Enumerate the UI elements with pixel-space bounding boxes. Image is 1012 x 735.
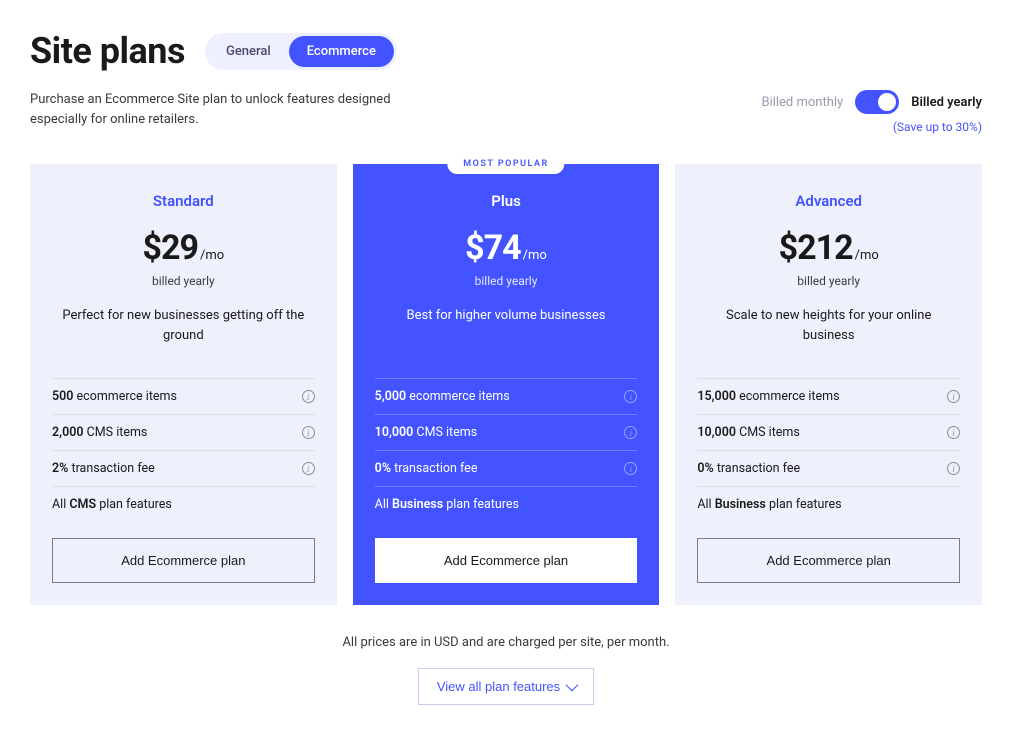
plan-description: Perfect for new businesses getting off t… bbox=[52, 306, 315, 378]
add-plan-button[interactable]: Add Ecommerce plan bbox=[697, 538, 960, 583]
plan-name: Plus bbox=[375, 192, 638, 210]
tab-general[interactable]: General bbox=[208, 36, 289, 67]
feature-row: All Business plan features bbox=[375, 487, 638, 522]
plan-price: $74 bbox=[465, 228, 521, 268]
billing-toggle[interactable] bbox=[855, 90, 899, 114]
plan-card-plus: MOST POPULAR Plus $74/mo billed yearly B… bbox=[353, 164, 660, 605]
feature-row: All CMS plan features bbox=[52, 487, 315, 522]
info-icon[interactable]: i bbox=[302, 390, 315, 403]
plan-description: Best for higher volume businesses bbox=[375, 306, 638, 378]
info-icon[interactable]: i bbox=[624, 426, 637, 439]
most-popular-badge: MOST POPULAR bbox=[447, 154, 564, 174]
pricing-footnote: All prices are in USD and are charged pe… bbox=[30, 635, 982, 650]
add-plan-button[interactable]: Add Ecommerce plan bbox=[52, 538, 315, 583]
plan-price: $212 bbox=[779, 228, 853, 268]
plan-description: Scale to new heights for your online bus… bbox=[697, 306, 960, 378]
billed-yearly-label: Billed yearly bbox=[911, 95, 982, 110]
feature-row: 5,000 ecommerce items i bbox=[375, 379, 638, 415]
page-title: Site plans bbox=[30, 30, 185, 72]
plan-price-period: /mo bbox=[200, 248, 224, 263]
plan-billed: billed yearly bbox=[375, 274, 638, 288]
plan-price-period: /mo bbox=[523, 248, 547, 263]
feature-row: 2% transaction fee i bbox=[52, 451, 315, 487]
info-icon[interactable]: i bbox=[302, 426, 315, 439]
tab-ecommerce[interactable]: Ecommerce bbox=[289, 36, 394, 67]
feature-row: 15,000 ecommerce items i bbox=[697, 379, 960, 415]
plan-price-period: /mo bbox=[855, 248, 879, 263]
feature-row: 2,000 CMS items i bbox=[52, 415, 315, 451]
feature-row: 10,000 CMS items i bbox=[697, 415, 960, 451]
plan-price: $29 bbox=[142, 228, 198, 268]
feature-row: 0% transaction fee i bbox=[375, 451, 638, 487]
plan-billed: billed yearly bbox=[52, 274, 315, 288]
feature-row: 10,000 CMS items i bbox=[375, 415, 638, 451]
plan-type-tabs: General Ecommerce bbox=[205, 33, 397, 70]
plan-card-advanced: Advanced $212/mo billed yearly Scale to … bbox=[675, 164, 982, 605]
plan-billed: billed yearly bbox=[697, 274, 960, 288]
add-plan-button[interactable]: Add Ecommerce plan bbox=[375, 538, 638, 583]
plan-name: Standard bbox=[52, 192, 315, 210]
view-all-features-button[interactable]: View all plan features bbox=[418, 668, 594, 705]
info-icon[interactable]: i bbox=[947, 390, 960, 403]
info-icon[interactable]: i bbox=[947, 426, 960, 439]
savings-note: (Save up to 30%) bbox=[761, 120, 982, 134]
page-subtitle: Purchase an Ecommerce Site plan to unloc… bbox=[30, 90, 450, 129]
chevron-down-icon bbox=[566, 679, 579, 692]
plan-card-standard: Standard $29/mo billed yearly Perfect fo… bbox=[30, 164, 337, 605]
feature-row: 500 ecommerce items i bbox=[52, 379, 315, 415]
feature-row: All Business plan features bbox=[697, 487, 960, 522]
plan-name: Advanced bbox=[697, 192, 960, 210]
info-icon[interactable]: i bbox=[947, 462, 960, 475]
info-icon[interactable]: i bbox=[624, 390, 637, 403]
billed-monthly-label: Billed monthly bbox=[761, 95, 843, 110]
feature-row: 0% transaction fee i bbox=[697, 451, 960, 487]
info-icon[interactable]: i bbox=[302, 462, 315, 475]
view-all-label: View all plan features bbox=[437, 679, 560, 694]
info-icon[interactable]: i bbox=[624, 462, 637, 475]
